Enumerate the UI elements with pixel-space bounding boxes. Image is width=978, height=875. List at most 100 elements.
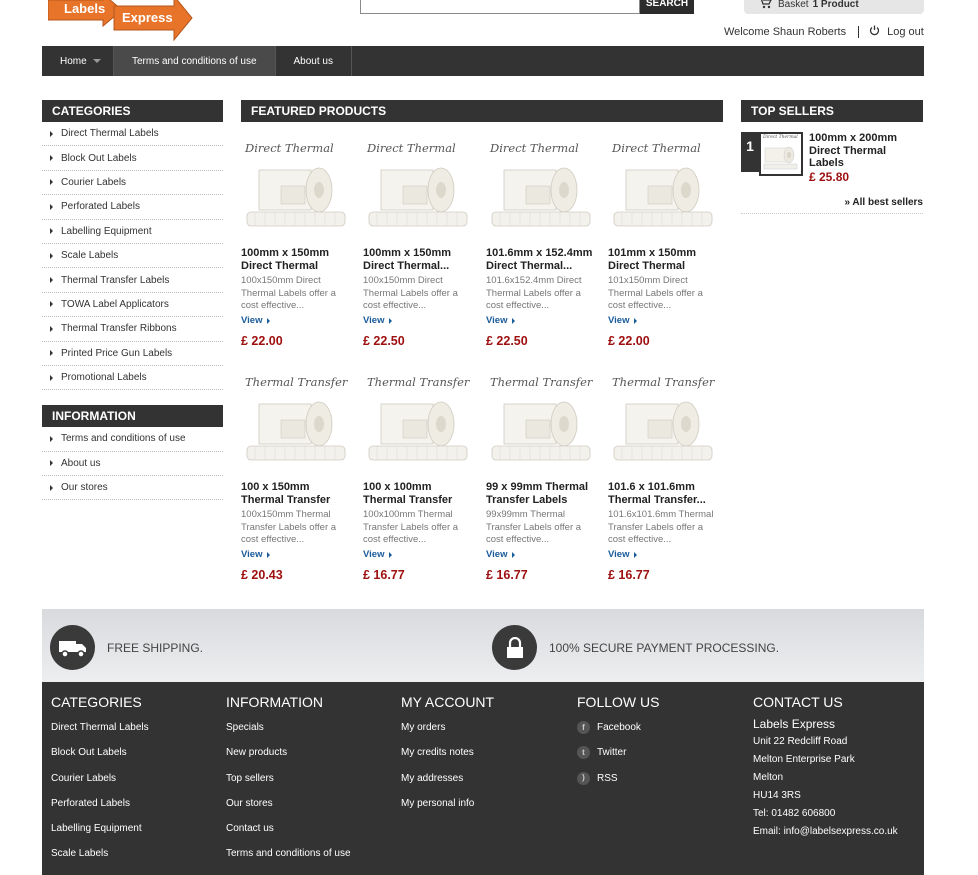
- information-item-label: Our stores: [61, 482, 108, 494]
- footer-social-link[interactable]: ) RSS: [577, 768, 659, 793]
- footer-category-link[interactable]: Block Out Labels: [51, 742, 149, 767]
- chevron-right-icon: [512, 551, 516, 558]
- view-label: View: [608, 315, 630, 326]
- product-price: £ 22.00: [608, 334, 650, 348]
- footer-information-link-label: Top sellers: [226, 772, 274, 784]
- product-image[interactable]: Thermal Transfer: [241, 372, 351, 467]
- product-view-link[interactable]: View: [241, 548, 353, 561]
- nav-about[interactable]: About us: [276, 46, 352, 76]
- product-name[interactable]: 100mm x 150mm Direct Thermal...: [363, 247, 475, 273]
- chevron-right-icon: [50, 484, 53, 491]
- category-item[interactable]: Thermal Transfer Ribbons: [42, 317, 223, 342]
- footer-category-link[interactable]: Labelling Equipment: [51, 818, 149, 843]
- product-name[interactable]: 101mm x 150mm Direct Thermal Labels: [608, 247, 720, 273]
- footer-information-link[interactable]: Our stores: [226, 793, 351, 818]
- category-item[interactable]: Labelling Equipment: [42, 220, 223, 244]
- contact-email-line: Email: info@labelsexpress.co.uk: [753, 826, 898, 844]
- product-card: Thermal Transfer 99 x 99mm Thermal Transf…: [486, 372, 598, 582]
- footer-category-link[interactable]: Scale Labels: [51, 843, 149, 868]
- footer-information-link[interactable]: New products: [226, 742, 351, 767]
- footer-account-link[interactable]: My orders: [401, 717, 494, 742]
- product-name[interactable]: 99 x 99mm Thermal Transfer Labels: [486, 481, 598, 507]
- nav-home[interactable]: Home: [42, 46, 114, 76]
- featured-title: FEATURED PRODUCTS: [241, 100, 723, 122]
- product-name[interactable]: 101.6 x 101.6mm Thermal Transfer...: [608, 481, 720, 507]
- category-item[interactable]: Direct Thermal Labels: [42, 122, 223, 147]
- chevron-right-icon: [50, 435, 53, 442]
- category-item[interactable]: Perforated Labels: [42, 195, 223, 220]
- category-item[interactable]: TOWA Label Applicators: [42, 293, 223, 318]
- product-image[interactable]: Direct Thermal: [363, 138, 473, 233]
- footer-category-link[interactable]: Courier Labels: [51, 768, 149, 793]
- footer-contact: CONTACT US Labels Express Unit 22 Redcli…: [753, 694, 898, 844]
- power-icon: [869, 25, 887, 39]
- information-item[interactable]: Terms and conditions of use: [42, 427, 223, 452]
- cart-icon: [758, 0, 778, 12]
- footer-category-link[interactable]: Perforated Labels: [51, 793, 149, 818]
- category-item-label: Labelling Equipment: [61, 225, 152, 237]
- site-logo[interactable]: Labels Express: [47, 0, 198, 44]
- product-view-link[interactable]: View: [486, 314, 598, 327]
- product-image[interactable]: Direct Thermal: [608, 138, 718, 233]
- footer-information-title: INFORMATION: [226, 694, 323, 710]
- product-image[interactable]: Direct Thermal: [486, 138, 596, 233]
- product-view-link[interactable]: View: [363, 548, 475, 561]
- search-button[interactable]: SEARCH: [640, 0, 694, 14]
- chevron-right-icon: [50, 203, 53, 210]
- view-label: View: [241, 315, 263, 326]
- basket-summary[interactable]: Basket 1 Product: [744, 0, 924, 14]
- logout-link[interactable]: Log out: [869, 25, 924, 39]
- footer-information-link[interactable]: Top sellers: [226, 768, 351, 793]
- nav-terms[interactable]: Terms and conditions of use: [114, 46, 276, 76]
- featured-products: FEATURED PRODUCTS Direct Thermal 100mm x …: [241, 100, 723, 582]
- footer-social-link[interactable]: t Twitter: [577, 742, 659, 767]
- top-seller-name[interactable]: 100mm x 200mm Direct Thermal Labels: [809, 132, 921, 170]
- product-name[interactable]: 100 x 100mm Thermal Transfer Labels: [363, 481, 475, 507]
- category-item[interactable]: Scale Labels: [42, 244, 223, 269]
- product-view-link[interactable]: View: [608, 548, 720, 561]
- top-seller-image[interactable]: Direct Thermal: [759, 132, 803, 176]
- chevron-right-icon: [50, 325, 53, 332]
- view-label: View: [486, 549, 508, 560]
- category-item[interactable]: Courier Labels: [42, 171, 223, 196]
- footer-account-link[interactable]: My personal info: [401, 793, 494, 818]
- label-roll-image: [491, 167, 591, 227]
- category-item[interactable]: Promotional Labels: [42, 366, 223, 391]
- secure-payment-text: 100% SECURE PAYMENT PROCESSING.: [549, 640, 780, 655]
- footer-account-link[interactable]: My credits notes: [401, 742, 494, 767]
- view-label: View: [241, 549, 263, 560]
- product-view-link[interactable]: View: [608, 314, 720, 327]
- footer-information-link[interactable]: Contact us: [226, 818, 351, 843]
- category-item[interactable]: Block Out Labels: [42, 146, 223, 171]
- category-item[interactable]: Thermal Transfer Labels: [42, 268, 223, 293]
- product-image[interactable]: Thermal Transfer: [363, 372, 473, 467]
- footer-information-link[interactable]: Specials: [226, 717, 351, 742]
- information-item[interactable]: About us: [42, 452, 223, 477]
- footer-social-link[interactable]: f Facebook: [577, 717, 659, 742]
- product-view-link[interactable]: View: [363, 314, 475, 327]
- search-bar: SEARCH: [360, 0, 694, 14]
- chevron-right-icon: [267, 551, 271, 558]
- category-item-label: TOWA Label Applicators: [61, 298, 169, 310]
- contact-email-link[interactable]: info@labelsexpress.co.uk: [784, 826, 898, 837]
- product-card: Thermal Transfer 100 x 150mm Thermal Tran…: [241, 372, 353, 582]
- product-image[interactable]: Thermal Transfer: [486, 372, 596, 467]
- product-name[interactable]: 101.6mm x 152.4mm Direct Thermal...: [486, 247, 598, 273]
- product-description: 99x99mm Thermal Transfer Labels offer a …: [486, 509, 582, 546]
- footer-category-link[interactable]: Direct Thermal Labels: [51, 717, 149, 742]
- product-view-link[interactable]: View: [486, 548, 598, 561]
- category-item[interactable]: Printed Price Gun Labels: [42, 342, 223, 366]
- footer-follow: FOLLOW US f Facebook t Twitter) RSS: [577, 694, 659, 793]
- all-best-sellers-link[interactable]: » All best sellers: [844, 197, 923, 208]
- contact-email-label: Email:: [753, 826, 781, 837]
- product-view-link[interactable]: View: [241, 314, 353, 327]
- footer-account-link[interactable]: My addresses: [401, 768, 494, 793]
- information-item[interactable]: Our stores: [42, 476, 223, 501]
- product-name[interactable]: 100 x 150mm Thermal Transfer Labels: [241, 481, 353, 507]
- product-image[interactable]: Direct Thermal: [241, 138, 351, 233]
- footer-information: INFORMATION Specials New products Top sell…: [226, 694, 351, 869]
- footer-information-link[interactable]: Terms and conditions of use: [226, 843, 351, 868]
- product-image[interactable]: Thermal Transfer: [608, 372, 718, 467]
- search-input[interactable]: [360, 0, 640, 14]
- product-name[interactable]: 100mm x 150mm Direct Thermal Labels: [241, 247, 353, 273]
